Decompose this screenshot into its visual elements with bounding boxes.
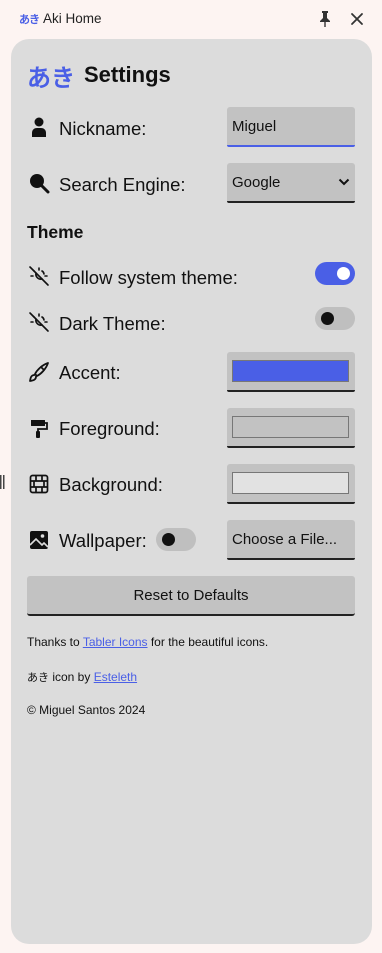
accent-swatch xyxy=(232,360,349,382)
wallpaper-toggle[interactable] xyxy=(156,528,196,551)
wall-icon xyxy=(29,474,49,494)
background-color-picker[interactable] xyxy=(227,464,355,504)
icon-credit-line: あき icon by Esteleth xyxy=(27,669,137,685)
brand-kana: あき xyxy=(27,63,75,92)
copyright: © Miguel Santos 2024 xyxy=(27,703,146,717)
esteleth-link[interactable]: Esteleth xyxy=(94,670,137,684)
app-logo: あき xyxy=(19,13,40,26)
choose-file-label: Choose a File... xyxy=(232,530,338,548)
credits-line: Thanks to Tabler Icons for the beautiful… xyxy=(27,635,268,649)
dark-theme-label: Dark Theme: xyxy=(59,313,166,334)
credits-suffix: for the beautiful icons. xyxy=(147,635,269,649)
nickname-input[interactable] xyxy=(227,107,355,147)
nickname-label: Nickname: xyxy=(59,118,147,139)
foreground-swatch xyxy=(232,416,349,438)
pin-icon[interactable] xyxy=(317,10,333,28)
search-icon xyxy=(30,174,50,194)
tabler-icons-link[interactable]: Tabler Icons xyxy=(83,635,148,649)
foreground-label: Foreground: xyxy=(59,418,160,439)
reset-defaults-button[interactable]: Reset to Defaults xyxy=(27,576,355,616)
chevron-down-icon xyxy=(338,178,350,186)
paint-roller-icon xyxy=(31,420,48,438)
page-title: あき Settings xyxy=(27,59,171,92)
accent-label: Accent: xyxy=(59,362,121,383)
sun-moon-icon xyxy=(29,266,49,286)
close-icon[interactable] xyxy=(348,10,366,28)
follow-system-theme-toggle[interactable] xyxy=(315,262,355,285)
window-title: Aki Home xyxy=(43,11,102,26)
background-swatch xyxy=(232,472,349,494)
choose-file-button[interactable]: Choose a File... xyxy=(227,520,355,560)
search-engine-select[interactable]: Google xyxy=(227,163,355,203)
credits-prefix: Thanks to xyxy=(27,635,83,649)
accent-color-picker[interactable] xyxy=(227,352,355,392)
settings-heading: Settings xyxy=(84,62,171,87)
sun-moon-icon xyxy=(29,312,49,332)
dark-theme-toggle[interactable] xyxy=(315,307,355,330)
icon-credit-text: icon by xyxy=(49,670,94,684)
photo-icon xyxy=(29,531,49,549)
foreground-color-picker[interactable] xyxy=(227,408,355,448)
icon-credit-kana: あき xyxy=(27,671,49,684)
toggle-knob xyxy=(337,267,350,280)
search-engine-value: Google xyxy=(232,173,281,191)
follow-system-theme-label: Follow system theme: xyxy=(59,267,238,288)
toggle-knob xyxy=(162,533,175,546)
theme-section-title: Theme xyxy=(27,222,84,242)
brush-icon xyxy=(29,362,49,382)
title-bar: あき Aki Home xyxy=(0,0,382,38)
search-engine-label: Search Engine: xyxy=(59,174,186,195)
background-label: Background: xyxy=(59,474,163,495)
toggle-knob xyxy=(321,312,334,325)
wallpaper-label: Wallpaper: xyxy=(59,530,147,551)
user-icon xyxy=(32,117,46,137)
resize-grip[interactable] xyxy=(0,474,6,490)
